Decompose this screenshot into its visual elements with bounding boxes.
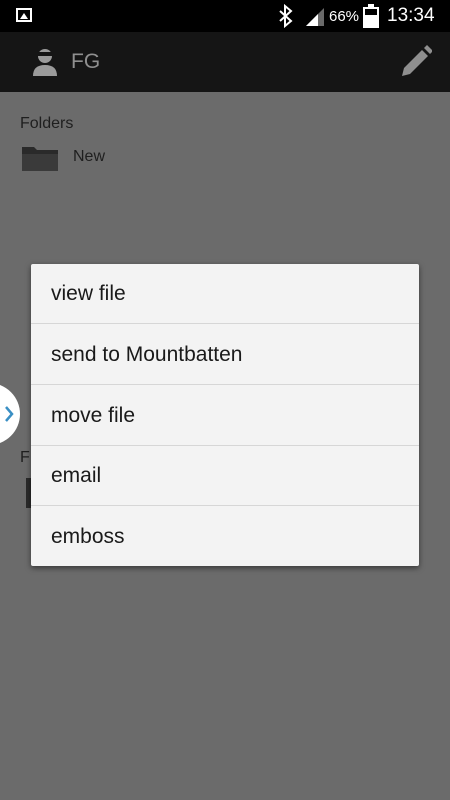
folders-section-label: Folders <box>20 115 74 132</box>
edit-pencil-icon[interactable] <box>398 44 432 78</box>
folder-icon <box>22 147 58 171</box>
account-title: FG <box>71 50 101 73</box>
status-bar: 66% 13:34 <box>0 0 450 32</box>
menu-item-send-to-mountbatten[interactable]: send to Mountbatten <box>31 325 419 385</box>
menu-item-view-file[interactable]: view file <box>31 264 419 324</box>
menu-item-emboss[interactable]: emboss <box>31 507 419 567</box>
folder-item-name[interactable]: New <box>73 148 105 166</box>
menu-item-email[interactable]: email <box>31 446 419 506</box>
chevron-right-icon <box>5 406 14 422</box>
menu-item-move-file[interactable]: move file <box>31 386 419 446</box>
clock: 13:34 <box>387 5 435 26</box>
action-bar <box>0 32 450 92</box>
files-section-label: F <box>20 449 30 466</box>
drawer-toggle-tab[interactable] <box>0 383 20 445</box>
bluetooth-icon <box>279 4 293 28</box>
battery-percent: 66% <box>329 8 360 25</box>
battery-icon <box>363 4 379 28</box>
user-avatar-icon <box>33 49 57 76</box>
signal-icon <box>306 8 324 26</box>
image-notification-icon <box>16 8 32 22</box>
file-actions-menu: view file send to Mountbatten move file … <box>31 264 419 566</box>
